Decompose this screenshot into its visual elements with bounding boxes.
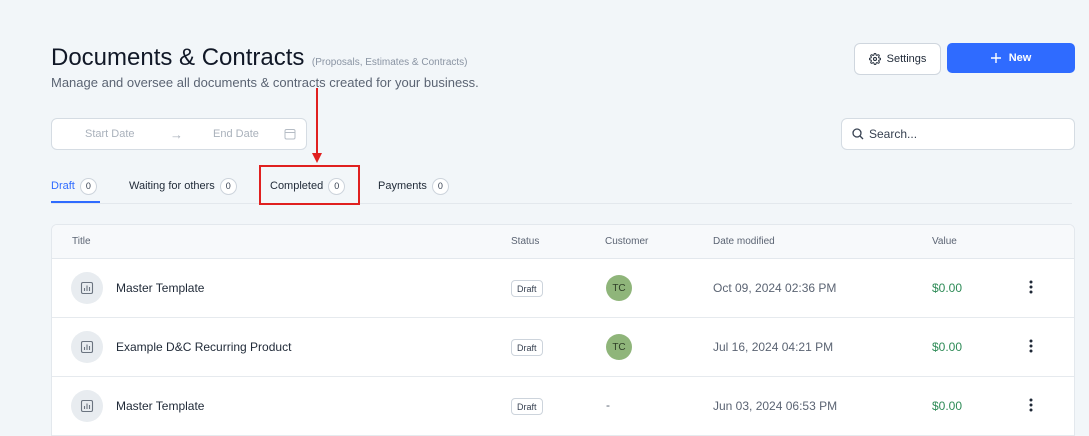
plus-icon [990, 53, 1001, 63]
document-chart-icon [71, 390, 103, 422]
status-badge: Draft [511, 339, 543, 356]
annotation-arrow-head [312, 153, 322, 163]
new-button-label: New [1008, 52, 1032, 64]
table-row[interactable]: Example D&C Recurring Product Draft TC J… [52, 318, 1074, 377]
tab-count: 0 [431, 177, 449, 195]
table-header: Title Status Customer Date modified Valu… [52, 225, 1074, 259]
documents-table: Title Status Customer Date modified Valu… [51, 224, 1075, 436]
page-subtitle: (Proposals, Estimates & Contracts) [311, 57, 468, 68]
status-badge: Draft [511, 280, 543, 297]
start-date-placeholder: Start Date [85, 128, 135, 140]
page-description: Manage and oversee all documents & contr… [51, 75, 479, 90]
column-title: Title [72, 236, 91, 247]
document-value: $0.00 [932, 399, 963, 413]
date-range-picker[interactable]: Start Date → End Date [51, 118, 307, 150]
annotation-arrow-line [316, 88, 318, 154]
settings-button-label: Settings [886, 53, 927, 65]
customer-empty: - [606, 398, 610, 412]
search-box[interactable] [841, 118, 1075, 150]
calendar-icon [284, 129, 296, 140]
document-title[interactable]: Master Template [116, 281, 204, 295]
new-button[interactable]: New [947, 43, 1075, 73]
active-tab-indicator [51, 201, 100, 203]
customer-avatar: TC [606, 275, 632, 301]
tab-label: Waiting for others [129, 180, 215, 192]
document-chart-icon [71, 331, 103, 363]
page-title-row: Documents & Contracts (Proposals, Estima… [51, 44, 468, 72]
page-title: Documents & Contracts [51, 44, 305, 71]
tab-label: Draft [51, 180, 75, 192]
document-title[interactable]: Example D&C Recurring Product [116, 340, 291, 354]
arrow-right-icon: → [170, 126, 183, 142]
row-more-icon[interactable] [1022, 277, 1040, 297]
tab-draft[interactable]: Draft 0 [51, 177, 97, 195]
column-customer: Customer [605, 236, 649, 247]
row-more-icon[interactable] [1022, 395, 1040, 415]
status-tabs: Draft 0 Waiting for others 0 Completed 0… [51, 168, 1072, 204]
settings-button[interactable]: Settings [854, 43, 941, 75]
row-more-icon[interactable] [1022, 336, 1040, 356]
column-date-modified: Date modified [713, 236, 775, 247]
column-status: Status [511, 236, 540, 247]
document-value: $0.00 [932, 281, 963, 295]
status-badge: Draft [511, 398, 543, 415]
tab-count: 0 [79, 177, 97, 195]
tab-waiting-for-others[interactable]: Waiting for others 0 [129, 177, 237, 195]
date-modified: Jul 16, 2024 04:21 PM [713, 340, 834, 354]
tab-label: Payments [378, 180, 427, 192]
end-date-placeholder: End Date [213, 128, 259, 140]
document-title[interactable]: Master Template [116, 399, 204, 413]
table-row[interactable]: Master Template Draft TC Oct 09, 2024 02… [52, 259, 1074, 318]
column-value: Value [932, 236, 957, 247]
annotation-highlight-box [259, 165, 360, 205]
gear-icon [868, 53, 881, 65]
search-input[interactable] [869, 127, 1059, 141]
search-icon [852, 128, 864, 140]
tab-payments[interactable]: Payments 0 [378, 177, 449, 195]
date-modified: Jun 03, 2024 06:53 PM [713, 399, 838, 413]
customer-avatar: TC [606, 334, 632, 360]
table-row[interactable]: Master Template Draft - Jun 03, 2024 06:… [52, 377, 1074, 436]
document-value: $0.00 [932, 340, 963, 354]
tab-count: 0 [219, 177, 237, 195]
document-chart-icon [71, 272, 103, 304]
date-modified: Oct 09, 2024 02:36 PM [713, 281, 837, 295]
